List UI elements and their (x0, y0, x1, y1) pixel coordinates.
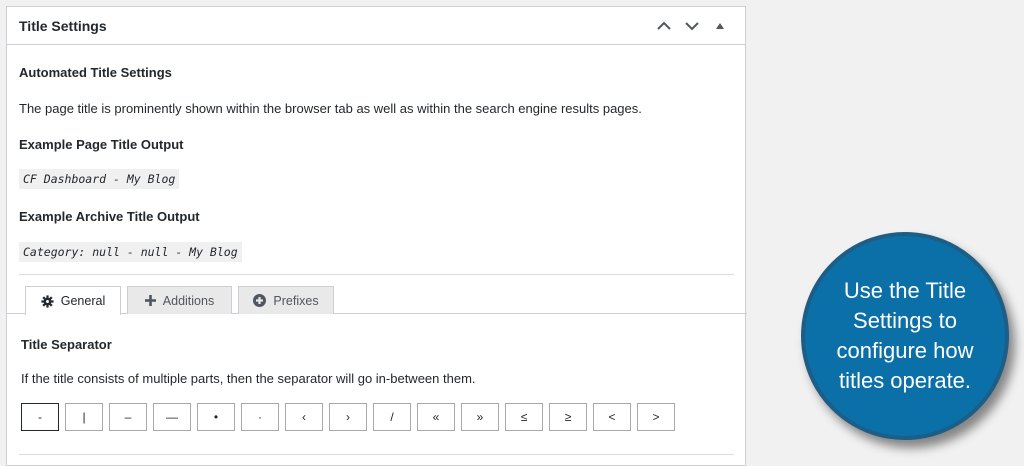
separator-option[interactable]: | (65, 403, 103, 431)
divider (19, 454, 734, 455)
title-settings-panel: Title Settings Automated Title Settings … (6, 6, 747, 466)
separator-options: - | – — • · ‹ › / « » ≤ ≥ < > (21, 403, 681, 431)
separator-option[interactable]: > (637, 403, 675, 431)
chevron-down-icon (685, 21, 699, 30)
move-up-button[interactable] (651, 13, 677, 39)
move-down-button[interactable] (679, 13, 705, 39)
tab-general-label: General (60, 294, 106, 308)
separator-option[interactable]: • (197, 403, 235, 431)
separator-description: If the title consists of multiple parts,… (21, 371, 476, 386)
toggle-panel-button[interactable] (707, 13, 733, 39)
triangle-up-icon (716, 22, 724, 29)
tab-general[interactable]: General (25, 286, 121, 315)
example-archive-heading: Example Archive Title Output (19, 209, 200, 224)
callout-bubble: Use the Title Settings to configure how … (801, 232, 1009, 440)
separator-option[interactable]: - (21, 403, 59, 431)
chevron-up-icon (657, 21, 671, 30)
separator-option[interactable]: « (417, 403, 455, 431)
example-archive-output: Category: null - null - My Blog (19, 242, 242, 262)
separator-option[interactable]: » (461, 403, 499, 431)
panel-header: Title Settings (7, 7, 745, 45)
automated-description: The page title is prominently shown with… (19, 101, 642, 116)
separator-option[interactable]: · (241, 403, 279, 431)
separator-option[interactable]: › (329, 403, 367, 431)
tab-additions-label: Additions (162, 293, 215, 308)
separator-option[interactable]: < (593, 403, 631, 431)
example-page-heading: Example Page Title Output (19, 137, 184, 152)
separator-option[interactable]: — (153, 403, 191, 431)
separator-option[interactable]: ≥ (549, 403, 587, 431)
tab-prefixes-label: Prefixes (273, 293, 319, 308)
tab-prefixes[interactable]: Prefixes (238, 286, 334, 314)
separator-option[interactable]: ‹ (285, 403, 323, 431)
callout-text: Use the Title Settings to configure how … (836, 278, 974, 393)
separator-heading: Title Separator (21, 337, 112, 352)
plus-icon (144, 295, 156, 306)
divider (19, 274, 734, 275)
tab-additions[interactable]: Additions (127, 286, 232, 314)
separator-option[interactable]: / (373, 403, 411, 431)
panel-title: Title Settings (19, 17, 107, 34)
gear-icon (41, 294, 54, 308)
example-page-output: CF Dashboard - My Blog (19, 169, 180, 189)
separator-option[interactable]: ≤ (505, 403, 543, 431)
automated-heading: Automated Title Settings (19, 65, 172, 80)
separator-option[interactable]: – (109, 403, 147, 431)
plus-circle-icon (253, 294, 267, 307)
settings-tabs: General Additions Prefixes (7, 286, 747, 315)
